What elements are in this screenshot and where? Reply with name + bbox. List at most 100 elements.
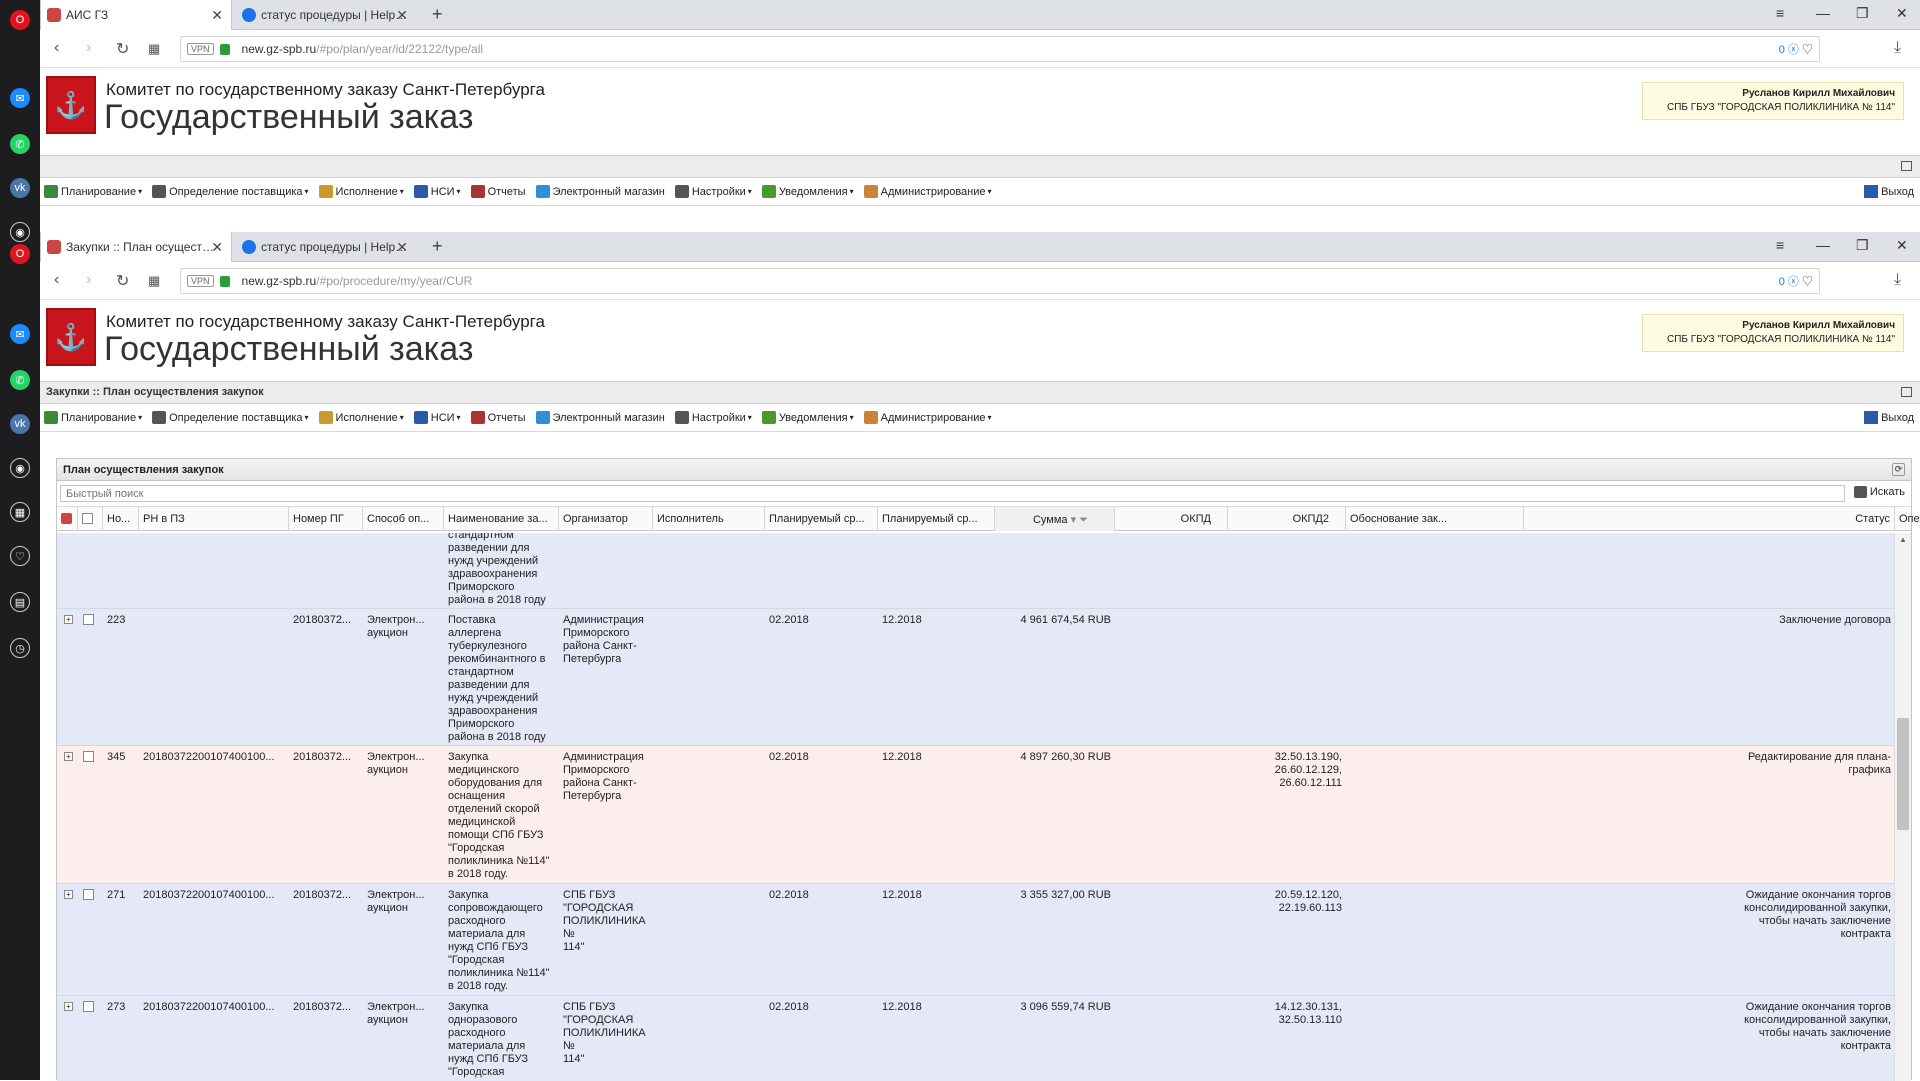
forward-icon[interactable]: ›	[86, 39, 91, 57]
expand-row-icon[interactable]: +	[64, 1002, 73, 1011]
scrollbar[interactable]: ▲	[1894, 533, 1911, 1081]
adblock-counter[interactable]: 0 ⓧ ♡	[1779, 41, 1813, 57]
row-checkbox[interactable]	[83, 1001, 94, 1012]
whatsapp-icon[interactable]: ✆	[10, 370, 30, 390]
opera-icon[interactable]: O	[10, 244, 30, 264]
camera-icon[interactable]: ◉	[10, 458, 30, 478]
menu-item-6[interactable]: Настройки ▾	[674, 411, 752, 424]
vk-icon[interactable]: vk	[10, 178, 30, 198]
heart-icon[interactable]: ♡	[10, 546, 30, 566]
expand-row-icon[interactable]: +	[64, 890, 73, 899]
news-icon[interactable]: ▤	[10, 592, 30, 612]
restore-icon[interactable]: ❐	[1856, 5, 1869, 22]
row-checkbox[interactable]	[83, 751, 94, 762]
menu-item-0[interactable]: Планирование ▾	[44, 411, 142, 424]
scroll-up-icon[interactable]: ▲	[1899, 535, 1907, 544]
url-field[interactable]: VPN new.gz-spb.ru/#po/procedure/my/year/…	[180, 268, 1820, 294]
column-header[interactable]: Исполнитель	[653, 507, 765, 531]
menu-item-2[interactable]: Исполнение ▾	[318, 185, 404, 198]
apps-icon[interactable]: ▦	[10, 502, 30, 522]
user-box[interactable]: Русланов Кирилл Михайлович СПБ ГБУЗ "ГОР…	[1642, 314, 1904, 352]
menu-item-6[interactable]: Настройки ▾	[674, 185, 752, 198]
tab-zakupki[interactable]: Закупки :: План осуществления закупок ✕	[40, 232, 232, 262]
column-header[interactable]: ОКПД2	[1228, 507, 1346, 531]
menu-item-2[interactable]: Исполнение ▾	[318, 411, 404, 424]
row-checkbox[interactable]	[83, 889, 94, 900]
table-row[interactable]: +345 20180372200107400100... 20180372... Эл…	[57, 746, 1895, 884]
menu-item-0[interactable]: Планирование ▾	[44, 185, 142, 198]
tab-menu-icon[interactable]: ≡	[1776, 237, 1784, 253]
column-header[interactable]: РН в ПЗ	[139, 507, 289, 531]
column-header[interactable]: Наименование за...	[444, 507, 559, 531]
expand-row-icon[interactable]: +	[64, 615, 73, 624]
expand-row-icon[interactable]: +	[64, 752, 73, 761]
table-row[interactable]: +223 20180372... Электрон... аукцион Постав…	[57, 609, 1895, 746]
whatsapp-icon[interactable]: ✆	[10, 134, 30, 154]
adblock-counter[interactable]: 0 ⓧ ♡	[1779, 273, 1813, 289]
messenger-icon[interactable]: ✉	[10, 88, 30, 108]
vk-icon[interactable]: vk	[10, 414, 30, 434]
minimize-icon[interactable]: —	[1816, 237, 1830, 253]
speed-dial-icon[interactable]: ▦	[148, 41, 160, 57]
menu-item-1[interactable]: Определение поставщика ▾	[152, 411, 309, 424]
back-icon[interactable]: ‹	[54, 39, 59, 57]
menu-item-8[interactable]: Администрирование ▾	[863, 185, 992, 198]
clear-filter-icon[interactable]	[57, 507, 78, 531]
forward-icon[interactable]: ›	[86, 271, 91, 289]
sort-filter-icon[interactable]: ▾ ⏷	[1068, 514, 1088, 526]
camera-icon[interactable]: ◉	[10, 222, 30, 242]
close-tab-icon[interactable]: ✕	[396, 7, 408, 24]
column-header[interactable]: Сумма ▾ ⏷	[995, 507, 1115, 531]
minimize-icon[interactable]: —	[1816, 5, 1830, 21]
menu-item-3[interactable]: НСИ ▾	[413, 411, 461, 424]
messenger-icon[interactable]: ✉	[10, 324, 30, 344]
menu-item-5[interactable]: Электронный магазин	[535, 411, 665, 424]
opera-icon[interactable]: O	[10, 10, 30, 30]
tab-menu-icon[interactable]: ≡	[1776, 5, 1784, 21]
search-button[interactable]: Искать	[1853, 486, 1905, 498]
menu-item-4[interactable]: Отчеты	[470, 185, 526, 198]
menu-item-5[interactable]: Электронный магазин	[535, 185, 665, 198]
close-tab-icon[interactable]: ✕	[211, 239, 223, 256]
close-window-icon[interactable]: ✕	[1896, 5, 1908, 22]
restore-icon[interactable]: ❐	[1856, 237, 1869, 254]
table-row[interactable]: стандартном разведении для нужд учрежден…	[57, 533, 1895, 609]
column-header[interactable]: Планируемый ср...	[765, 507, 878, 531]
table-row[interactable]: +273 20180372200107400100... 20180372... Эл…	[57, 996, 1895, 1081]
column-header[interactable]: Номер ПГ	[289, 507, 363, 531]
tab-helpdesk[interactable]: статус процедуры | HelpDesk ✕	[236, 232, 416, 262]
column-header[interactable]: Способ оп...	[363, 507, 444, 531]
column-header[interactable]: Планируемый ср...	[878, 507, 995, 531]
vpn-badge[interactable]: VPN	[187, 43, 214, 55]
quick-search-input[interactable]	[60, 485, 1845, 502]
close-tab-icon[interactable]: ✕	[211, 7, 223, 24]
column-header[interactable]: Статус	[1524, 507, 1895, 531]
row-checkbox[interactable]	[83, 614, 94, 625]
refresh-icon[interactable]: ⟳	[1892, 463, 1905, 476]
menu-item-7[interactable]: Уведомления ▾	[761, 185, 854, 198]
collapse-icon[interactable]	[1901, 387, 1912, 397]
column-header[interactable]: Операции	[1895, 507, 1920, 531]
close-tab-icon[interactable]: ✕	[396, 239, 408, 256]
column-header[interactable]: Но...	[103, 507, 139, 531]
download-icon[interactable]: ⤓	[1894, 39, 1901, 57]
reload-icon[interactable]: ↻	[116, 39, 129, 59]
tab-helpdesk[interactable]: статус процедуры | HelpDesk ✕	[236, 0, 416, 30]
menu-item-1[interactable]: Определение поставщика ▾	[152, 185, 309, 198]
collapse-icon[interactable]	[1901, 161, 1912, 171]
menu-item-8[interactable]: Администрирование ▾	[863, 411, 992, 424]
user-box[interactable]: Русланов Кирилл Михайлович СПБ ГБУЗ "ГОР…	[1642, 82, 1904, 120]
close-window-icon[interactable]: ✕	[1896, 237, 1908, 254]
logout-button[interactable]: Выход	[1864, 411, 1914, 424]
back-icon[interactable]: ‹	[54, 271, 59, 289]
scrollbar-thumb[interactable]	[1897, 718, 1909, 830]
column-header[interactable]: Обоснование зак...	[1346, 507, 1524, 531]
tab-ais-gz[interactable]: АИС ГЗ ✕	[40, 0, 232, 30]
select-all-checkbox[interactable]	[78, 507, 103, 531]
menu-item-7[interactable]: Уведомления ▾	[761, 411, 854, 424]
new-tab-button[interactable]: +	[432, 4, 443, 25]
column-header[interactable]: Организатор	[559, 507, 653, 531]
download-icon[interactable]: ⤓	[1894, 271, 1901, 289]
menu-item-3[interactable]: НСИ ▾	[413, 185, 461, 198]
table-row[interactable]: +271 20180372200107400100... 20180372... Эл…	[57, 884, 1895, 996]
